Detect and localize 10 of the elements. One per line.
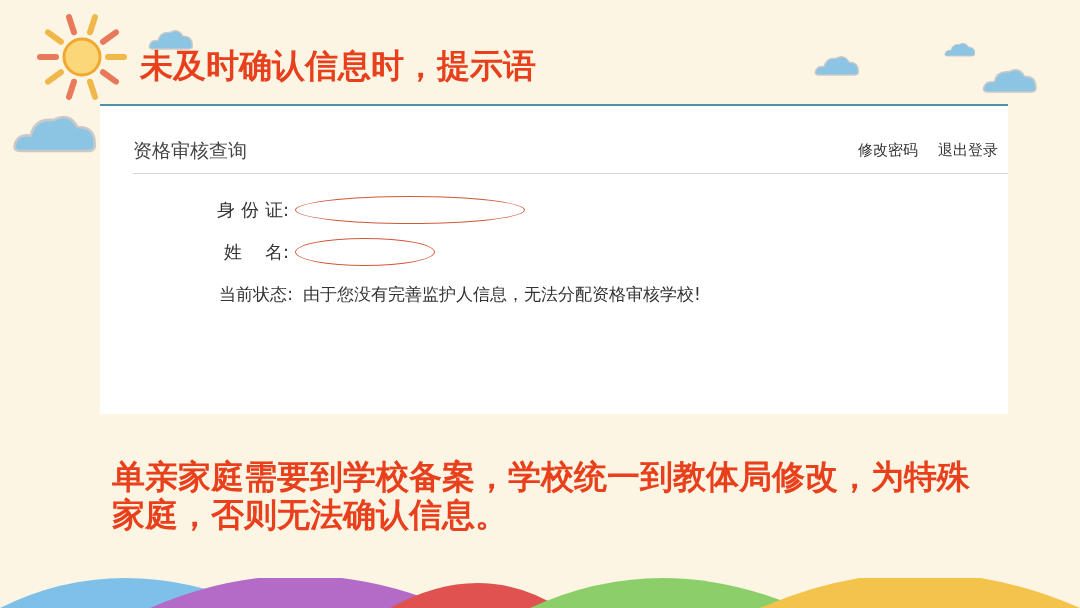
panel-heading: 资格审核查询 [133, 138, 247, 163]
field-label: 姓 名: [223, 240, 290, 264]
field-label: 身 份 证: [216, 198, 290, 222]
status-message: 由于您没有完善监护人信息，无法分配资格审核学校! [303, 282, 701, 306]
header-link[interactable]: 退出登录 [938, 139, 998, 162]
cloud-drawing [944, 40, 976, 58]
header-link[interactable]: 修改密码 [858, 139, 918, 162]
note-text: 单亲家庭需要到学校备案，学校统一到教体局修改，为特殊家庭，否则无法确认信息。 [112, 458, 971, 534]
slide-title: 未及时确认信息时，提示语 [140, 48, 536, 84]
status-label: 当前状态: [218, 282, 294, 306]
